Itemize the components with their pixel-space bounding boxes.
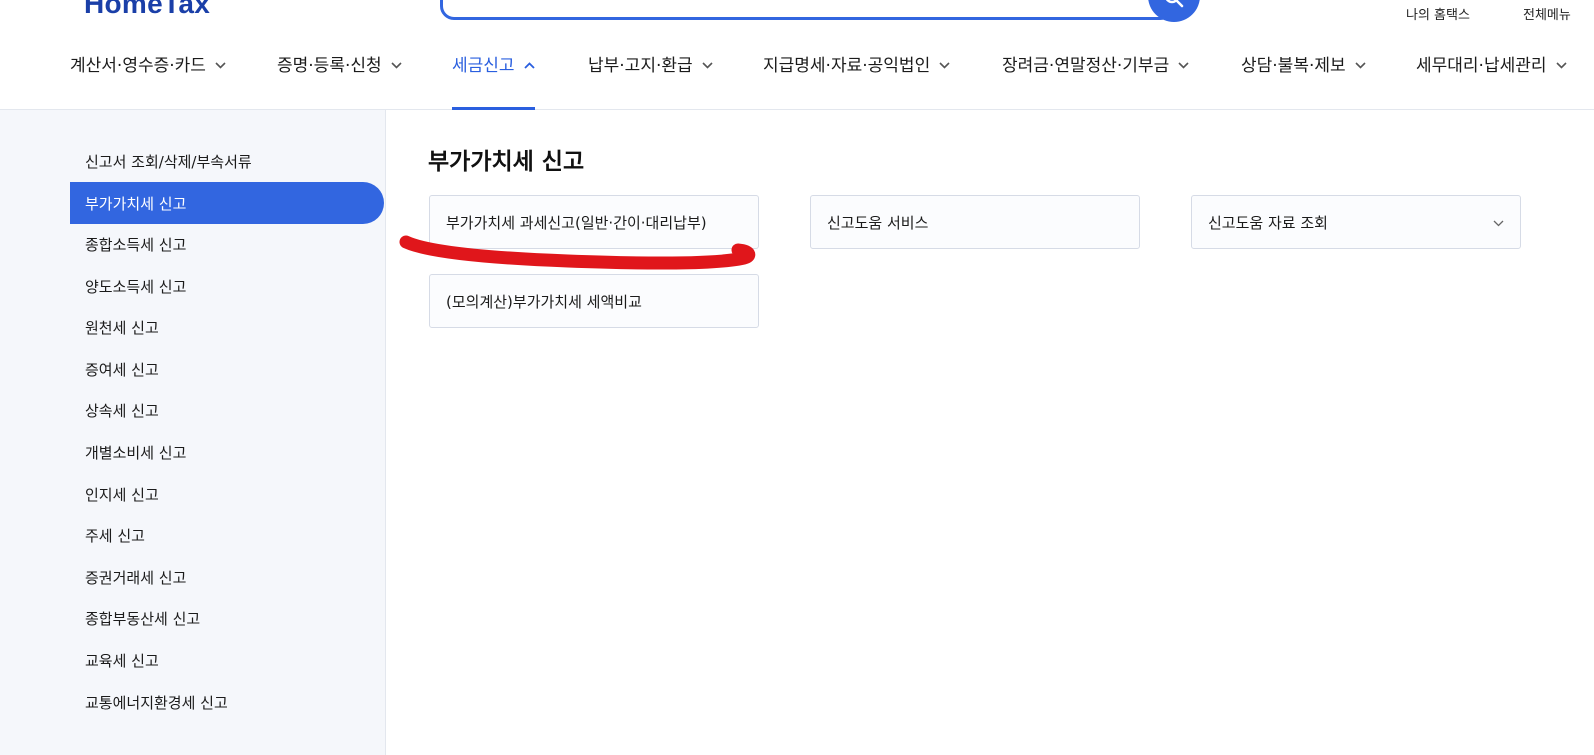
gnb-item-label: 세무대리·납세관리 (1416, 56, 1547, 76)
gnb-item-label: 계산서·영수증·카드 (70, 56, 206, 76)
sidebar-item-liquor-tax[interactable]: 주세 신고 (70, 514, 384, 556)
sidebar-item-vat-filing[interactable]: 부가가치세 신고 (70, 182, 384, 224)
sidebar-item-gift-tax[interactable]: 증여세 신고 (70, 348, 384, 390)
gnb-item-label: 상담·불복·제보 (1241, 56, 1346, 76)
sidebar-item-real-estate-tax[interactable]: 종합부동산세 신고 (70, 597, 384, 639)
chevron-down-icon (939, 62, 950, 69)
sidebar-item-transport-energy-tax[interactable]: 교통에너지환경세 신고 (70, 681, 384, 723)
sidebar-item-withholding-tax[interactable]: 원천세 신고 (70, 306, 384, 348)
main-content: 부가가치세 신고 부가가치세 과세신고(일반·간이·대리납부) 신고도움 서비스… (386, 110, 1594, 755)
chevron-down-icon (1178, 62, 1189, 69)
gnb-item-invoice-receipt-card[interactable]: 계산서·영수증·카드 (70, 54, 226, 110)
sidebar-item-securities-tax[interactable]: 증권거래세 신고 (70, 556, 384, 598)
chevron-down-icon (1555, 62, 1567, 69)
global-nav: 계산서·영수증·카드 증명·등록·신청 세금신고 납부·고지·환급 지급명세·자… (0, 40, 1594, 110)
sidebar-item-inheritance-tax[interactable]: 상속세 신고 (70, 389, 384, 431)
sidebar-item-education-tax[interactable]: 교육세 신고 (70, 639, 384, 681)
chevron-down-icon (1355, 62, 1366, 69)
sidebar-item-consumption-tax[interactable]: 개별소비세 신고 (70, 431, 384, 473)
dropdown-label: 신고도움 자료 조회 (1208, 213, 1328, 232)
all-menu-link[interactable]: 전체메뉴 (1523, 4, 1571, 23)
sidebar-item-income-tax[interactable]: 종합소득세 신고 (70, 223, 384, 265)
gnb-item-label: 세금신고 (452, 56, 515, 76)
gnb-item-tax-agent-management[interactable]: 세무대리·납세관리 (1416, 54, 1567, 110)
chevron-up-icon (523, 62, 535, 69)
chevron-down-icon (391, 62, 402, 69)
gnb-item-payment-notice-refund[interactable]: 납부·고지·환급 (588, 54, 713, 110)
search-input[interactable] (440, 0, 1174, 20)
sidebar-item-return-lookup[interactable]: 신고서 조회/삭제/부속서류 (70, 140, 384, 182)
gnb-item-certificate-registration[interactable]: 증명·등록·신청 (277, 54, 402, 110)
gnb-item-label: 장려금·연말정산·기부금 (1002, 56, 1170, 76)
gnb-item-consult-appeal-report[interactable]: 상담·불복·제보 (1241, 54, 1366, 110)
gnb-item-label: 지급명세·자료·공익법인 (763, 56, 931, 76)
mock-vat-comparison-button[interactable]: (모의계산)부가가치세 세액비교 (429, 274, 759, 328)
gnb-item-payment-statement-data[interactable]: 지급명세·자료·공익법인 (763, 54, 950, 110)
gnb-item-incentive-yearend-donation[interactable]: 장려금·연말정산·기부금 (1002, 54, 1189, 110)
filing-help-service-button[interactable]: 신고도움 서비스 (810, 195, 1140, 249)
filing-help-data-dropdown[interactable]: 신고도움 자료 조회 (1191, 195, 1521, 249)
sidebar-item-transfer-income-tax[interactable]: 양도소득세 신고 (70, 265, 384, 307)
page-title: 부가가치세 신고 (428, 149, 585, 175)
gnb-item-tax-filing[interactable]: 세금신고 (452, 54, 535, 110)
red-underline-annotation (399, 235, 756, 270)
chevron-down-icon (1493, 220, 1504, 227)
chevron-down-icon (215, 62, 226, 69)
search-icon (1165, 0, 1184, 8)
my-hometax-link[interactable]: 나의 홈택스 (1406, 4, 1470, 23)
sidebar-item-stamp-tax[interactable]: 인지세 신고 (70, 473, 384, 515)
hometax-logo[interactable]: HomeTax (84, 0, 210, 20)
side-nav: 신고서 조회/삭제/부속서류 부가가치세 신고 종합소득세 신고 양도소득세 신… (0, 110, 386, 755)
gnb-item-label: 납부·고지·환급 (588, 56, 693, 76)
gnb-item-label: 증명·등록·신청 (277, 56, 382, 76)
chevron-down-icon (702, 62, 713, 69)
